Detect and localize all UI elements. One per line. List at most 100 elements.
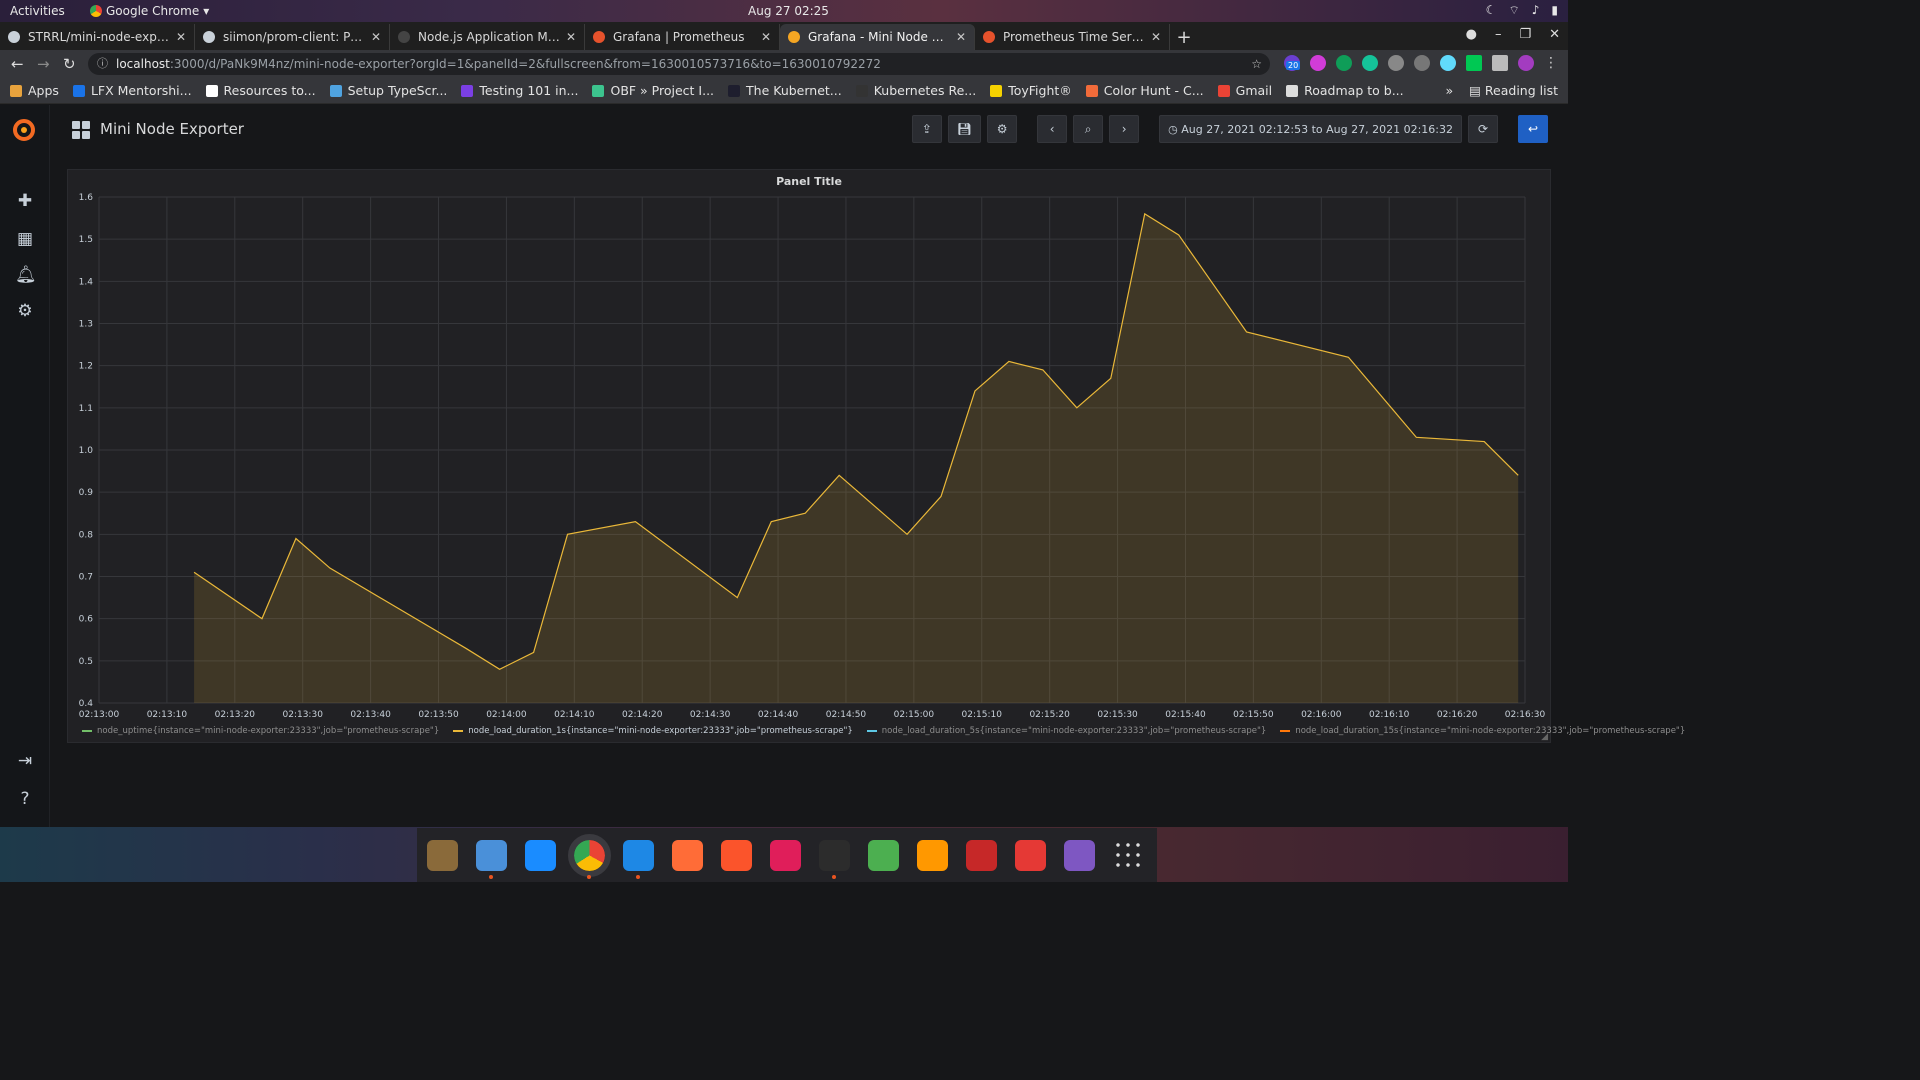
bookmark-favicon-icon <box>1085 84 1098 97</box>
graph-chart[interactable]: 1.61.51.41.31.21.11.00.90.80.70.60.50.40… <box>68 170 1552 744</box>
zoom-out-button[interactable]: ⌕ <box>1073 115 1104 143</box>
settings-button[interactable]: ⚙ <box>987 115 1018 143</box>
browser-tab[interactable]: Prometheus Time Series C ✕ <box>975 24 1170 50</box>
resize-handle-icon[interactable]: ◢ <box>1541 732 1548 742</box>
share-button[interactable]: ⇪ <box>911 115 942 143</box>
legend-item[interactable]: node_uptime{instance="mini-node-exporter… <box>82 726 439 736</box>
grammarly-icon[interactable] <box>1362 55 1378 71</box>
postman-icon[interactable] <box>672 839 703 871</box>
bookmarks-overflow[interactable]: » <box>1445 83 1453 98</box>
bookmark[interactable]: Gmail <box>1217 83 1272 98</box>
bookmark[interactable]: Color Hunt - C... <box>1085 83 1204 98</box>
grafana-logo-icon[interactable] <box>11 117 37 143</box>
tab-title: STRRL/mini-node-exporte <box>28 30 170 44</box>
time-forward-button[interactable]: › <box>1109 115 1140 143</box>
close-window-icon[interactable]: ✕ <box>1549 27 1560 42</box>
browser-tab[interactable]: Grafana | Prometheus ✕ <box>585 24 780 50</box>
activities-button[interactable]: Activities <box>10 4 65 18</box>
new-tab-button[interactable]: + <box>1170 24 1198 50</box>
bookmark[interactable]: The Kubernet... <box>728 83 842 98</box>
slack-icon[interactable] <box>770 839 801 871</box>
url-path: :3000/d/PaNk9M4nz/mini-node-exporter?org… <box>169 57 881 71</box>
git-client-icon[interactable] <box>868 839 899 871</box>
close-tab-icon[interactable]: ✕ <box>371 30 381 44</box>
brave-icon[interactable] <box>721 839 752 871</box>
gimp-icon[interactable] <box>427 839 458 871</box>
time-range-picker[interactable]: ◷ Aug 27, 2021 02:12:53 to Aug 27, 2021 … <box>1159 115 1462 143</box>
terminal-icon[interactable] <box>819 839 850 879</box>
bookmark[interactable]: Setup TypeScr... <box>329 83 447 98</box>
extension-icon[interactable] <box>1336 55 1352 71</box>
volume-icon: ♪ <box>1531 3 1540 17</box>
menu-icon[interactable]: ⋮ <box>1544 55 1560 71</box>
time-back-button[interactable]: ‹ <box>1037 115 1068 143</box>
bookmark[interactable]: Testing 101 in... <box>461 83 578 98</box>
back-icon[interactable]: ← <box>11 55 24 73</box>
bookmark[interactable]: Apps <box>10 83 59 98</box>
legend-item[interactable]: node_load_duration_5s{instance="mini-nod… <box>866 726 1266 736</box>
profile-icon[interactable]: ● <box>1466 27 1477 42</box>
legend-item[interactable]: node_load_duration_15s{instance="mini-no… <box>1280 726 1685 736</box>
bookmark-favicon-icon <box>1286 84 1299 97</box>
browser-tab[interactable]: STRRL/mini-node-exporte ✕ <box>0 24 195 50</box>
browser-tab[interactable]: Grafana - Mini Node Expo ✕ <box>780 24 975 50</box>
dashboards-icon[interactable]: ▦ <box>15 229 35 249</box>
reading-list[interactable]: ▤ Reading list <box>1469 83 1558 98</box>
close-tab-icon[interactable]: ✕ <box>1151 30 1161 44</box>
close-tab-icon[interactable]: ✕ <box>566 30 576 44</box>
screenshot-icon[interactable] <box>1064 839 1095 871</box>
react-icon[interactable] <box>1440 55 1456 71</box>
back-to-dashboard-button[interactable]: ↩ <box>1518 115 1548 143</box>
reload-icon[interactable]: ↻ <box>63 55 76 73</box>
close-tab-icon[interactable]: ✕ <box>956 30 966 44</box>
vscode-icon[interactable] <box>623 839 654 879</box>
close-tab-icon[interactable]: ✕ <box>761 30 771 44</box>
refresh-button[interactable]: ⟳ <box>1468 115 1498 143</box>
legend-item[interactable]: node_load_duration_1s{instance="mini-nod… <box>453 726 853 736</box>
gear-icon[interactable]: ⚙ <box>15 301 35 321</box>
wappalyzer-icon[interactable] <box>1414 55 1430 71</box>
media-player-icon[interactable] <box>917 839 948 871</box>
plus-icon[interactable]: ✚ <box>15 191 35 211</box>
sign-in-icon[interactable]: ⇥ <box>15 751 35 771</box>
pen-icon[interactable] <box>1388 55 1404 71</box>
bookmark[interactable]: ToyFight® <box>990 83 1072 98</box>
tab-favicon-icon <box>8 31 20 43</box>
panel-title[interactable]: Panel Title <box>68 175 1550 188</box>
dashboard-title[interactable]: Mini Node Exporter <box>100 120 244 138</box>
clock[interactable]: Aug 27 02:25 <box>748 4 829 18</box>
puzzle-icon[interactable] <box>1492 55 1508 71</box>
bell-icon[interactable]: 🔔︎ <box>15 265 37 285</box>
extension-icon[interactable]: 20 <box>1284 55 1301 71</box>
site-info-icon[interactable]: ⓘ <box>97 53 108 75</box>
bookmark-star-icon[interactable]: ☆ <box>1251 53 1262 75</box>
extension-icon[interactable] <box>1310 55 1326 71</box>
help-icon[interactable]: ? <box>15 789 35 809</box>
app-menu[interactable]: Google Chrome ▾ <box>90 4 209 18</box>
forward-icon[interactable]: → <box>37 55 50 73</box>
video-editor-icon[interactable] <box>966 839 997 871</box>
bookmark[interactable]: Roadmap to b... <box>1286 83 1404 98</box>
bookmark[interactable]: LFX Mentorshi... <box>72 83 192 98</box>
save-button[interactable]: 💾︎ <box>947 115 982 143</box>
extension-icon[interactable] <box>1466 55 1482 71</box>
chrome-icon[interactable] <box>568 833 611 879</box>
system-tray[interactable]: ☾ ⌔ ♪ ▮ <box>1486 3 1558 18</box>
downloader-icon[interactable] <box>1015 839 1046 871</box>
app-store-icon[interactable] <box>525 839 556 871</box>
avatar[interactable] <box>1518 55 1534 71</box>
graph-panel[interactable]: 1.6 1.5 1.4 1.3 1.2 1.1 1.0 0.9 0.8 0.7 0.6 0.5 0.4 0… <box>67 169 1685 744</box>
bookmarks-right: » ▤ Reading list <box>1445 83 1558 98</box>
address-bar[interactable]: ⓘ localhost:3000/d/PaNk9M4nz/mini-node-e… <box>88 53 1270 75</box>
bookmark[interactable]: Kubernetes Re... <box>855 83 976 98</box>
minimize-icon[interactable]: – <box>1495 27 1502 42</box>
browser-tab[interactable]: Node.js Application Moni ✕ <box>390 24 585 50</box>
x-tick-label: 02:14:10 <box>554 710 595 720</box>
bookmark[interactable]: Resources to... <box>205 83 316 98</box>
maximize-icon[interactable]: ❐ <box>1519 27 1531 42</box>
app-grid-icon[interactable] <box>1113 839 1144 871</box>
files-icon[interactable] <box>476 839 507 879</box>
bookmark[interactable]: OBF » Project I... <box>592 83 714 98</box>
close-tab-icon[interactable]: ✕ <box>176 30 186 44</box>
browser-tab[interactable]: siimon/prom-client: Prom ✕ <box>195 24 390 50</box>
